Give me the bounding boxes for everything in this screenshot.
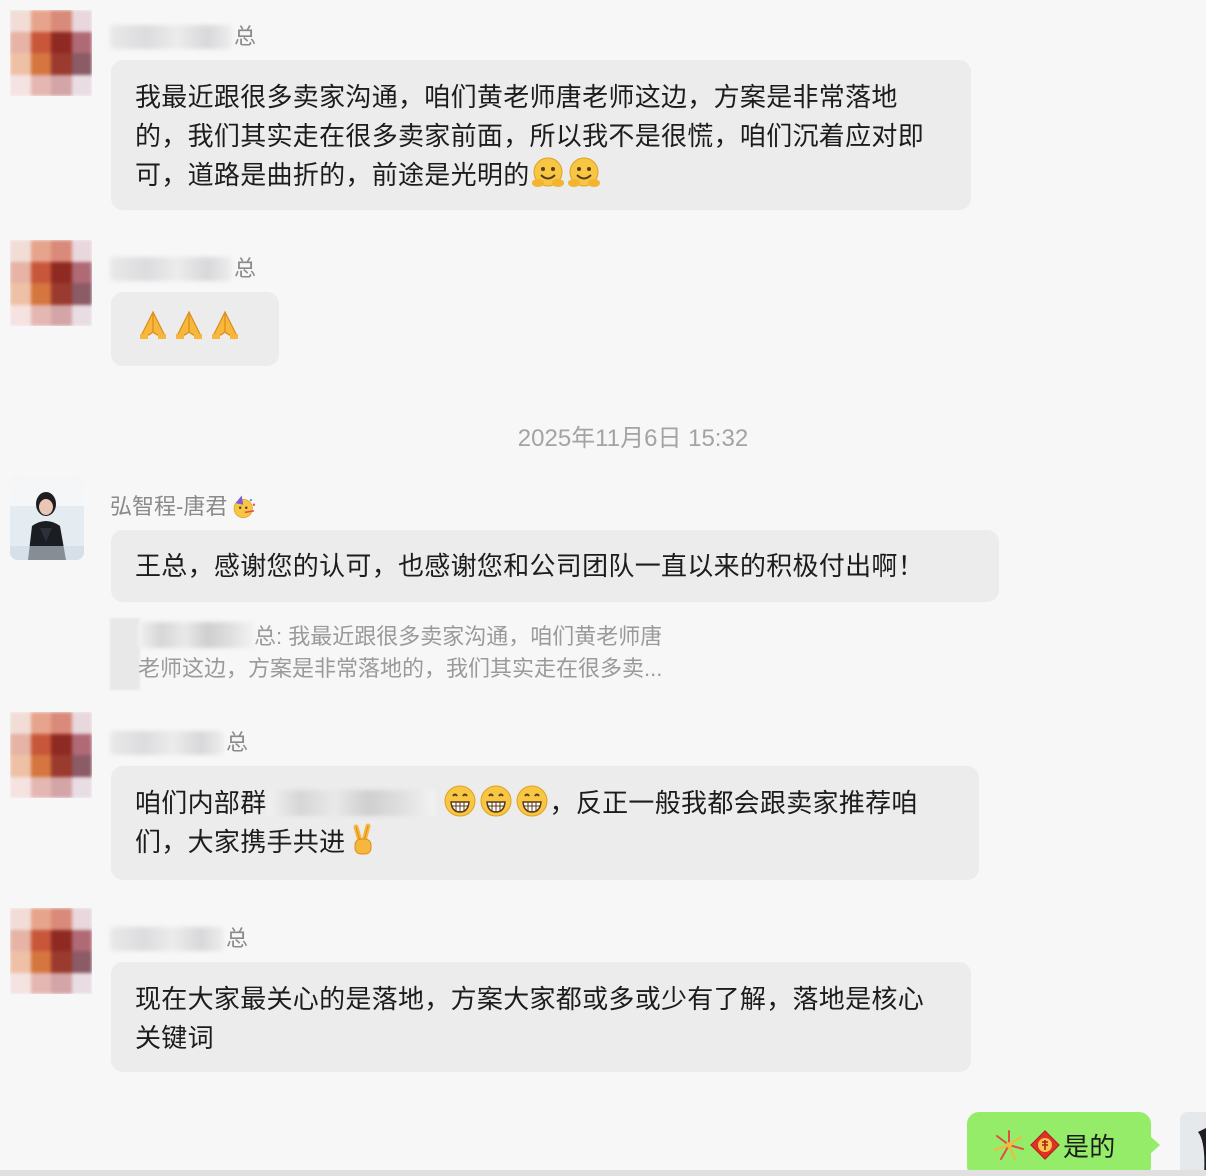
message-bubble[interactable]: 王总，感谢您的认可，也感谢您和公司团队一直以来的积极付出啊！ — [111, 530, 999, 602]
my-bubble-tail — [1150, 1136, 1160, 1154]
profile-photo-icon — [1180, 1112, 1206, 1176]
sender-name: 总 — [110, 254, 256, 284]
redacted-name — [110, 257, 232, 281]
input-area-divider — [0, 1170, 1206, 1176]
avatar-mosaic — [10, 712, 92, 798]
sender-suffix: 总 — [226, 926, 249, 951]
sender-name: 弘智程-唐君 — [110, 492, 258, 522]
reply-sender-name: 弘智程-唐君 — [110, 494, 228, 519]
redacted-name — [110, 25, 232, 49]
my-message-text: 是的 — [1063, 1132, 1116, 1162]
sender-name: 总 — [110, 728, 248, 758]
redacted-text — [266, 790, 435, 816]
pray-emoji-icon — [140, 310, 166, 339]
quote-text: 老师这边，方案是非常落地的，我们其实走在很多卖... — [138, 656, 663, 681]
avatar[interactable] — [10, 908, 92, 994]
sender-name: 总 — [110, 924, 248, 954]
party-face-emoji-icon — [234, 495, 256, 519]
sender-suffix: 总 — [234, 24, 257, 49]
my-avatar[interactable] — [1180, 1112, 1206, 1176]
quote-text: 总: 我最近跟很多卖家沟通，咱们黄老师唐 — [254, 624, 663, 649]
message-bubble[interactable]: 我最近跟很多卖家沟通，咱们黄老师唐老师这边，方案是非常落地的，我们其实走在很多卖… — [111, 60, 971, 210]
grin-emoji-icon — [480, 785, 512, 817]
avatar-mosaic — [10, 10, 92, 96]
avatar[interactable] — [10, 240, 92, 326]
grin-emoji-icon — [444, 785, 476, 817]
sender-name: 总 — [110, 22, 256, 52]
message-text: 现在大家最关心的是落地，方案大家都或多或少有了解，落地是核心关键词 — [135, 984, 925, 1053]
fu-emoji-icon — [1030, 1130, 1060, 1160]
message-text: 我最近跟很多卖家沟通，咱们黄老师唐老师这边，方案是非常落地的，我们其实走在很多卖… — [135, 82, 925, 190]
pray-emoji-icon — [212, 310, 238, 339]
redacted-name — [110, 927, 224, 951]
victory-emoji-icon — [353, 823, 372, 855]
sender-suffix: 总 — [234, 256, 257, 281]
chat-window: 总 我最近跟很多卖家沟通，咱们黄老师唐老师这边，方案是非常落地的，我们其实走在很… — [0, 0, 1206, 1176]
hug-emoji-icon — [531, 157, 564, 187]
my-message-bubble[interactable]: 是的 — [967, 1112, 1151, 1176]
avatar-mosaic — [10, 908, 92, 994]
fireworks-emoji-icon — [994, 1130, 1024, 1160]
message-text: 王总，感谢您的认可，也感谢您和公司团队一直以来的积极付出啊！ — [135, 551, 925, 581]
quote-line: 总: 我最近跟很多卖家沟通，咱们黄老师唐 — [138, 621, 758, 653]
pray-emoji-icon — [176, 310, 202, 339]
hug-emoji-icon — [567, 157, 600, 187]
grin-emoji-icon — [516, 785, 548, 817]
quote-bar — [110, 618, 140, 690]
quoted-message[interactable]: 总: 我最近跟很多卖家沟通，咱们黄老师唐 老师这边，方案是非常落地的，我们其实走… — [138, 621, 758, 685]
redacted-name — [138, 622, 254, 648]
profile-photo-icon — [10, 476, 84, 560]
message-text: 咱们内部群 — [135, 788, 267, 818]
message-bubble[interactable]: 现在大家最关心的是落地，方案大家都或多或少有了解，落地是核心关键词 — [111, 962, 971, 1072]
message-timestamp: 2025年11月6日 15:32 — [517, 425, 749, 452]
sender-suffix: 总 — [226, 730, 249, 755]
avatar-mosaic — [10, 240, 92, 326]
message-bubble[interactable]: 咱们内部群 ，反正一般我都会跟卖家推荐咱们，大家携手共进 — [111, 766, 979, 880]
avatar[interactable] — [10, 712, 92, 798]
avatar[interactable] — [10, 10, 92, 96]
redacted-name — [110, 731, 224, 755]
avatar[interactable] — [10, 476, 84, 560]
quote-line: 老师这边，方案是非常落地的，我们其实走在很多卖... — [138, 653, 758, 685]
message-bubble[interactable] — [111, 292, 279, 366]
